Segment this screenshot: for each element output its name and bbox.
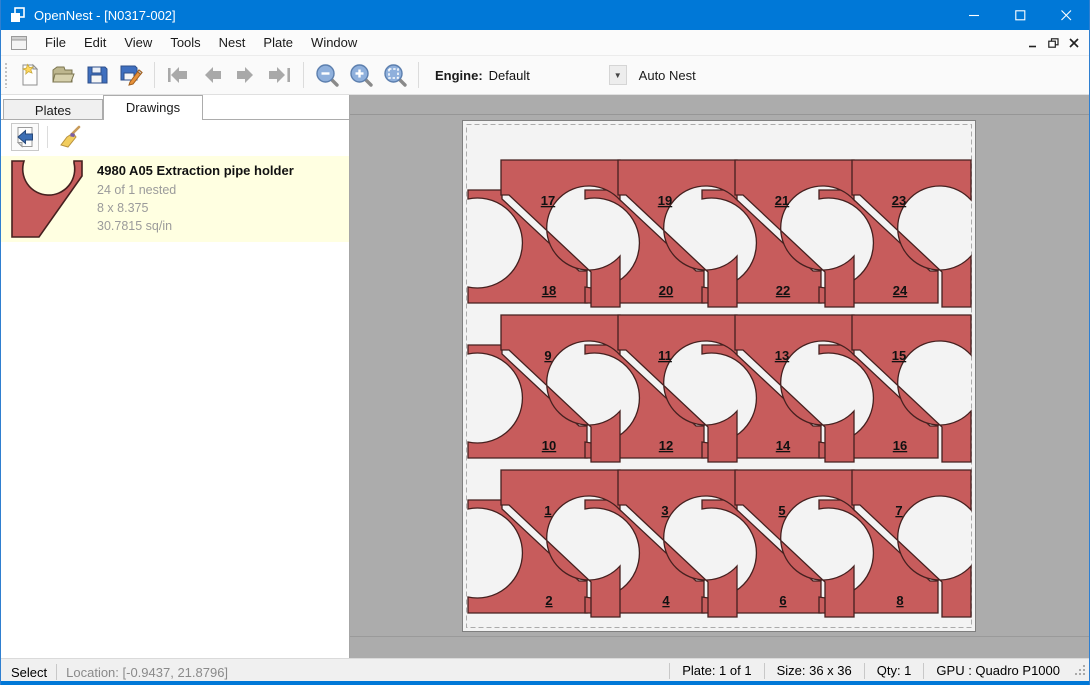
toolbar-separator	[154, 62, 155, 88]
toolbar-separator	[418, 62, 419, 88]
drawings-tab-body: 4980 A05 Extraction pipe holder 24 of 1 …	[1, 119, 349, 658]
part-number-label: 13	[775, 348, 789, 363]
status-separator	[864, 663, 865, 679]
menu-file[interactable]: File	[36, 30, 75, 56]
part-number-label: 1	[544, 503, 551, 518]
part-number-label: 14	[776, 438, 791, 453]
part-number-label: 11	[658, 348, 672, 363]
menu-edit[interactable]: Edit	[75, 30, 115, 56]
minimize-button[interactable]	[951, 0, 997, 30]
menu-window[interactable]: Window	[302, 30, 366, 56]
status-separator	[669, 663, 670, 679]
drawing-title: 4980 A05 Extraction pipe holder	[97, 163, 294, 178]
save-button[interactable]	[80, 59, 114, 91]
part-number-label: 6	[779, 593, 786, 608]
open-file-button[interactable]	[46, 59, 80, 91]
toolbar-separator	[303, 62, 304, 88]
part-number-label: 21	[775, 193, 789, 208]
part-number-label: 8	[896, 593, 903, 608]
part-number-label: 23	[892, 193, 906, 208]
part-number-label: 4	[662, 593, 670, 608]
status-qty: Qty: 1	[874, 663, 915, 678]
zoom-out-button[interactable]	[310, 59, 344, 91]
menu-nest[interactable]: Nest	[210, 30, 255, 56]
menu-bar: File Edit View Tools Nest Plate Window	[1, 30, 1089, 56]
mdi-minimize-icon[interactable]	[1028, 38, 1038, 48]
part-number-label: 22	[776, 283, 790, 298]
first-plate-button[interactable]	[161, 59, 195, 91]
status-separator	[764, 663, 765, 679]
part-number-label: 16	[893, 438, 907, 453]
part-number-label: 19	[658, 193, 672, 208]
window-title: OpenNest - [N0317-002]	[34, 8, 176, 23]
part-number-label: 17	[541, 193, 555, 208]
zoom-extents-button[interactable]	[378, 59, 412, 91]
previous-plate-button[interactable]	[195, 59, 229, 91]
close-button[interactable]	[1043, 0, 1089, 30]
drawings-toolbar	[1, 120, 349, 154]
tab-plates[interactable]: Plates	[3, 99, 103, 120]
part-number-label: 5	[778, 503, 785, 518]
drawing-dimensions: 8 x 8.375	[97, 199, 294, 217]
mdi-restore-icon[interactable]	[1048, 38, 1059, 48]
status-gpu: GPU : Quadro P1000	[933, 663, 1063, 678]
iconbar-separator	[47, 126, 48, 148]
drawing-area: 30.7815 sq/in	[97, 217, 294, 235]
window-bottom-border	[0, 681, 1090, 685]
part-thumbnail-shape	[12, 161, 82, 237]
main-toolbar: Engine: Default ▼ Auto Nest	[1, 56, 1089, 95]
engine-combobox[interactable]: Default	[489, 68, 609, 83]
mdi-close-icon[interactable]	[1069, 38, 1079, 48]
status-mode: Select	[11, 665, 47, 680]
new-file-button[interactable]	[12, 59, 46, 91]
resize-grip-icon[interactable]	[1073, 663, 1086, 679]
engine-dropdown-arrow-icon[interactable]: ▼	[609, 65, 627, 85]
part-number-label: 24	[893, 283, 908, 298]
nest-canvas[interactable]: 171921231820222491113151012141613572468	[350, 95, 1089, 658]
part-number-label: 15	[892, 348, 906, 363]
status-location: Location: [-0.9437, 21.8796]	[66, 665, 228, 680]
part-number-label: 2	[545, 593, 552, 608]
canvas-bottom-edge	[350, 636, 1089, 637]
drawing-nested-count: 24 of 1 nested	[97, 181, 294, 199]
return-to-drawings-button[interactable]	[11, 123, 39, 151]
mdi-document-icon[interactable]	[11, 36, 27, 50]
status-separator	[923, 663, 924, 679]
part-thumbnail	[1, 159, 97, 239]
panel-tabstrip: Plates Drawings	[1, 95, 349, 120]
part-number-label: 7	[895, 503, 902, 518]
left-panel: Plates Drawings	[1, 95, 350, 658]
menu-view[interactable]: View	[115, 30, 161, 56]
status-plate-count: Plate: 1 of 1	[679, 663, 754, 678]
drawing-list-item[interactable]: 4980 A05 Extraction pipe holder 24 of 1 …	[1, 156, 349, 242]
menu-tools[interactable]: Tools	[161, 30, 209, 56]
status-plate-size: Size: 36 x 36	[774, 663, 855, 678]
maximize-button[interactable]	[997, 0, 1043, 30]
clear-drawings-button[interactable]	[56, 123, 84, 151]
app-window: OpenNest - [N0317-002] File Edit View To…	[0, 0, 1090, 685]
zoom-in-button[interactable]	[344, 59, 378, 91]
part-number-label: 9	[544, 348, 551, 363]
drawing-info: 4980 A05 Extraction pipe holder 24 of 1 …	[97, 163, 294, 235]
engine-label: Engine:	[435, 68, 483, 83]
auto-nest-toggle[interactable]: Auto Nest	[639, 68, 696, 83]
next-plate-button[interactable]	[229, 59, 263, 91]
status-bar: Select Location: [-0.9437, 21.8796] Plat…	[1, 658, 1089, 685]
menu-plate[interactable]: Plate	[254, 30, 302, 56]
toolbar-grip[interactable]	[4, 62, 8, 88]
part-number-label: 20	[659, 283, 673, 298]
title-bar: OpenNest - [N0317-002]	[1, 0, 1089, 30]
canvas-top-edge	[350, 95, 1089, 115]
save-as-button[interactable]	[114, 59, 148, 91]
part-number-label: 3	[661, 503, 668, 518]
last-plate-button[interactable]	[263, 59, 297, 91]
status-separator	[56, 664, 57, 680]
part-number-label: 12	[659, 438, 673, 453]
part-number-label: 18	[542, 283, 556, 298]
tab-drawings[interactable]: Drawings	[103, 95, 203, 120]
part-number-label: 10	[542, 438, 556, 453]
plate-view[interactable]: 171921231820222491113151012141613572468	[462, 120, 976, 632]
app-logo-icon	[10, 7, 26, 23]
